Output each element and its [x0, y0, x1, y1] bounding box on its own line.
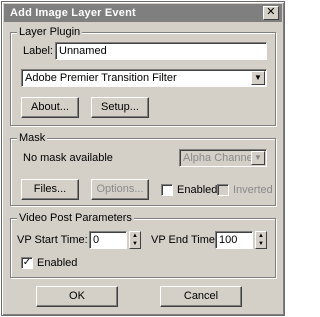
chevron-down-icon[interactable]: ▼ [251, 151, 265, 165]
mask-inverted-label: Inverted [233, 184, 273, 196]
layer-plugin-group: Layer Plugin Label: Unnamed Adobe Premie… [10, 26, 276, 126]
mask-group-label: Mask [17, 132, 48, 144]
video-post-group-label: Video Post Parameters [17, 212, 134, 224]
mask-group: Mask No mask available Alpha Channel ▼ F… [10, 132, 276, 206]
spin-down-icon[interactable]: ▼ [130, 240, 140, 248]
vp-end-label: VP End Time: [151, 234, 219, 246]
vp-enabled-label: Enabled [37, 257, 78, 269]
spin-up-icon[interactable]: ▲ [256, 232, 266, 240]
mask-inverted-checkbox[interactable] [217, 184, 229, 196]
about-button[interactable]: About... [21, 97, 79, 118]
ok-button[interactable]: OK [36, 286, 118, 307]
window-title: Add Image Layer Event [10, 7, 136, 19]
mask-enabled-checkbox[interactable] [161, 184, 173, 196]
options-button[interactable]: Options... [91, 179, 149, 200]
mask-channel-dropdown[interactable]: Alpha Channel ▼ [179, 149, 267, 167]
layer-plugin-group-label: Layer Plugin [17, 26, 83, 38]
files-button[interactable]: Files... [21, 179, 79, 200]
vp-end-spinner[interactable]: ▲ ▼ [255, 231, 267, 249]
vp-enabled-checkbox[interactable]: ✓ [21, 257, 33, 269]
vp-start-label: VP Start Time: [17, 234, 88, 246]
close-icon[interactable]: ✕ [263, 6, 279, 20]
add-image-layer-event-dialog: Add Image Layer Event ✕ Layer Plugin Lab… [1, 1, 285, 316]
mask-channel-value: Alpha Channel [183, 152, 256, 164]
spin-down-icon[interactable]: ▼ [256, 240, 266, 248]
vp-start-input[interactable]: 0 [89, 231, 127, 249]
filter-dropdown[interactable]: Adobe Premier Transition Filter ▼ [21, 69, 267, 87]
no-mask-text: No mask available [23, 152, 113, 164]
cancel-button[interactable]: Cancel [160, 286, 242, 307]
filter-dropdown-value: Adobe Premier Transition Filter [25, 72, 177, 84]
vp-end-input[interactable]: 100 [215, 231, 253, 249]
label-input[interactable]: Unnamed [55, 42, 267, 60]
title-bar[interactable]: Add Image Layer Event ✕ [4, 4, 282, 22]
spin-up-icon[interactable]: ▲ [130, 232, 140, 240]
chevron-down-icon[interactable]: ▼ [251, 71, 265, 85]
video-post-group: Video Post Parameters VP Start Time: 0 ▲… [10, 212, 276, 278]
label-caption: Label: [23, 45, 53, 57]
mask-enabled-label: Enabled [177, 184, 218, 196]
vp-start-spinner[interactable]: ▲ ▼ [129, 231, 141, 249]
setup-button[interactable]: Setup... [91, 97, 149, 118]
